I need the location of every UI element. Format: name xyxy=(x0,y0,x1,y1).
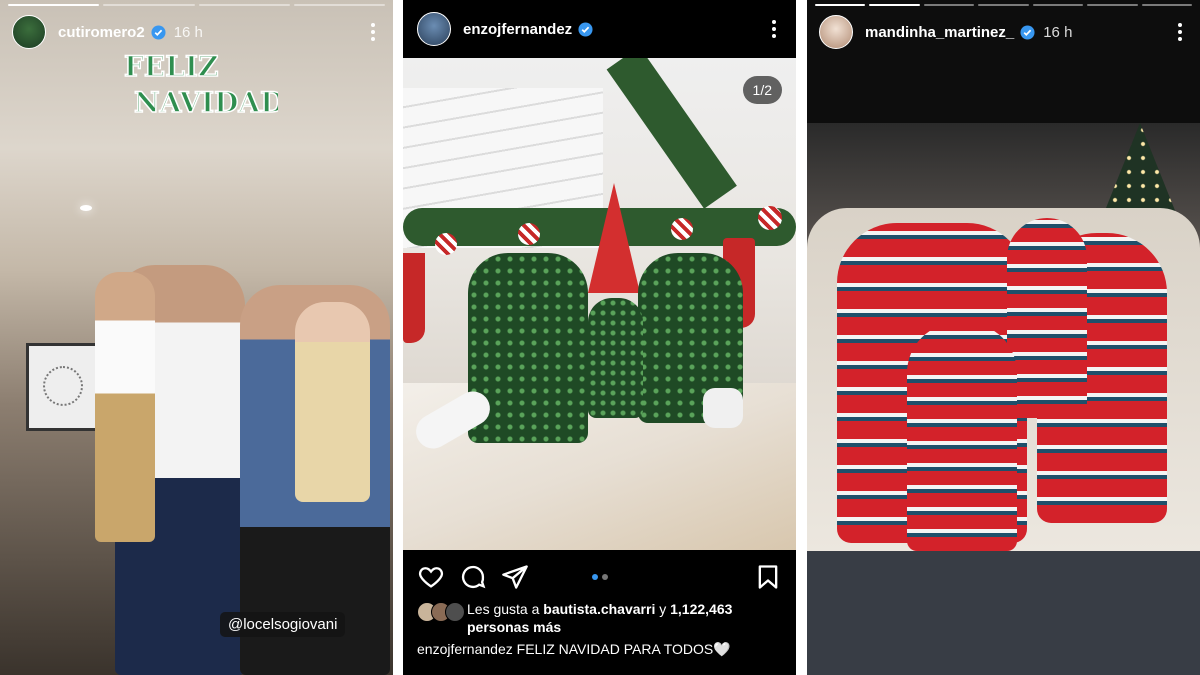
post-header: enzojfernandez xyxy=(403,0,796,58)
caption-username[interactable]: enzojfernandez xyxy=(417,641,513,657)
avatar[interactable] xyxy=(417,12,451,46)
story-panel-mandinha[interactable]: mandinha_martinez_ 16 h xyxy=(807,0,1200,675)
post-caption: enzojfernandez FELIZ NAVIDAD PARA TODOS🤍 xyxy=(417,641,782,658)
ornament xyxy=(435,233,457,255)
story-bottom-area xyxy=(807,551,1200,675)
verified-icon xyxy=(578,21,593,37)
verified-icon xyxy=(151,24,166,40)
sticker-line-2: NAVIDAD xyxy=(134,86,278,119)
post-panel-enzojfernandez: enzojfernandez 1/2 Les gusta a bautista.… xyxy=(403,0,796,675)
mention-sticker[interactable]: @locelsogiovani xyxy=(220,612,346,637)
post-actions xyxy=(403,560,796,594)
child-figure xyxy=(588,298,643,418)
verified-icon xyxy=(1020,24,1035,40)
post-time: 16 h xyxy=(173,23,203,41)
story-panel-cutiromero2[interactable]: FELIZ NAVIDAD cutiromero2 16 h @locelsog… xyxy=(0,0,393,675)
story-progress xyxy=(815,4,1192,6)
bookmark-icon[interactable] xyxy=(754,563,782,591)
story-progress xyxy=(8,4,385,6)
heart-icon[interactable] xyxy=(417,563,445,591)
slipper xyxy=(703,388,743,428)
child-figure xyxy=(95,272,155,542)
santa-hat xyxy=(588,183,640,293)
ceiling-light xyxy=(80,205,92,211)
send-icon[interactable] xyxy=(501,563,529,591)
likes-line: Les gusta a bautista.chavarri y 1,122,46… xyxy=(417,600,782,636)
username[interactable]: cutiromero2 xyxy=(58,24,145,41)
caption-text: FELIZ NAVIDAD PARA TODOS🤍 xyxy=(516,641,731,657)
child-figure xyxy=(1007,218,1087,418)
more-vertical-icon[interactable] xyxy=(1172,19,1188,45)
more-vertical-icon[interactable] xyxy=(766,16,782,42)
child-figure xyxy=(295,302,370,502)
likes-prefix: Les gusta a xyxy=(467,601,544,617)
more-vertical-icon[interactable] xyxy=(365,19,381,45)
ornament xyxy=(671,218,693,240)
username[interactable]: enzojfernandez xyxy=(463,21,572,38)
stocking xyxy=(403,253,425,343)
carousel-dots xyxy=(591,574,608,580)
likes-middle: y xyxy=(655,601,671,617)
story-photo xyxy=(807,123,1200,551)
story-header: cutiromero2 16 h xyxy=(12,14,381,50)
avatar[interactable] xyxy=(819,15,853,49)
ornament xyxy=(518,223,540,245)
liker-avatars xyxy=(417,602,465,636)
sticker-line-1: FELIZ xyxy=(124,50,218,83)
post-photo[interactable]: 1/2 xyxy=(403,58,796,550)
avatar[interactable] xyxy=(12,15,46,49)
liker-username[interactable]: bautista.chavarri xyxy=(543,601,655,617)
wall-art xyxy=(26,343,98,431)
comment-icon[interactable] xyxy=(459,563,487,591)
child-figure xyxy=(907,323,1017,551)
story-header: mandinha_martinez_ 16 h xyxy=(819,14,1188,50)
username[interactable]: mandinha_martinez_ xyxy=(865,24,1014,41)
likes-suffix[interactable]: personas más xyxy=(467,619,561,635)
story-photo: FELIZ NAVIDAD xyxy=(0,0,393,675)
ornament xyxy=(758,206,782,230)
feliz-navidad-sticker[interactable]: FELIZ NAVIDAD xyxy=(118,44,278,122)
likes-count[interactable]: 1,122,463 xyxy=(670,601,732,617)
image-counter: 1/2 xyxy=(742,76,782,104)
post-time: 16 h xyxy=(1043,23,1073,41)
